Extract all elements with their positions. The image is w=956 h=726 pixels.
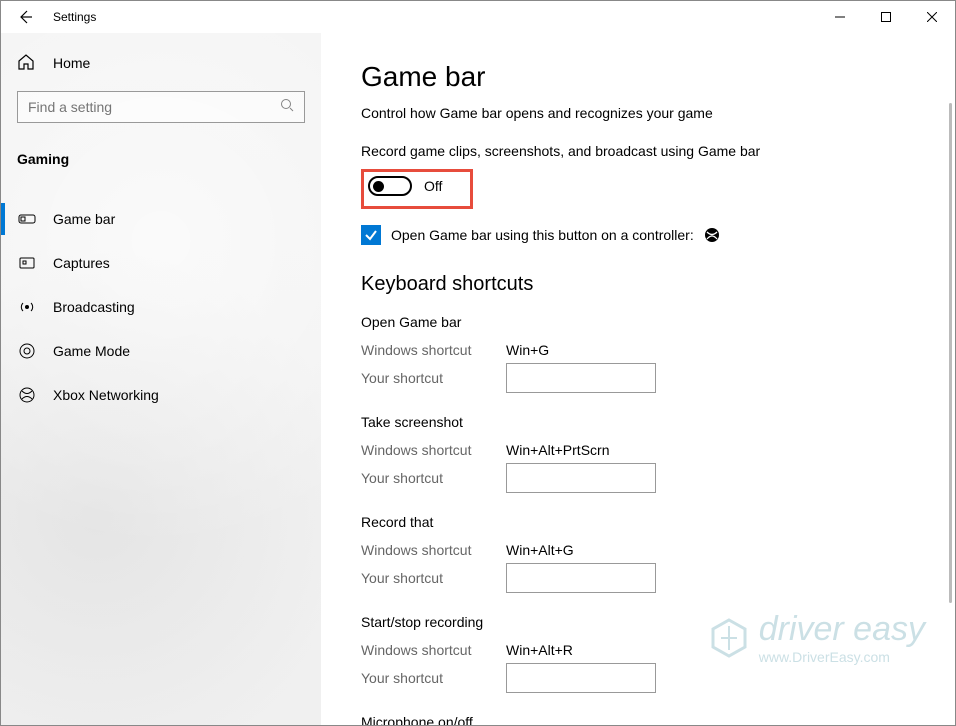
shortcut-group: Microphone on/off	[361, 714, 915, 725]
shortcut-title: Take screenshot	[361, 414, 915, 430]
search-icon	[280, 98, 294, 117]
page-subtitle: Control how Game bar opens and recognize…	[361, 105, 915, 121]
close-button[interactable]	[909, 1, 955, 33]
close-icon	[927, 12, 937, 22]
home-link[interactable]: Home	[1, 43, 321, 83]
sidebar-item-captures[interactable]: Captures	[1, 241, 321, 285]
broadcast-icon	[17, 297, 37, 317]
your-shortcut-input[interactable]	[506, 363, 656, 393]
gamebar-toggle[interactable]	[368, 176, 412, 196]
gamebar-icon	[17, 209, 37, 229]
arrow-left-icon	[17, 9, 33, 25]
scrollbar[interactable]	[949, 103, 953, 703]
win-shortcut-value: Win+Alt+PrtScrn	[506, 442, 609, 458]
maximize-button[interactable]	[863, 1, 909, 33]
scrollbar-thumb[interactable]	[949, 103, 952, 603]
sidebar-item-label: Game bar	[53, 211, 115, 227]
your-shortcut-label: Your shortcut	[361, 470, 506, 486]
your-shortcut-input[interactable]	[506, 563, 656, 593]
highlight-annotation: Off	[361, 169, 473, 209]
search-box[interactable]	[17, 91, 305, 123]
checkbox-label: Open Game bar using this button on a con…	[391, 227, 694, 243]
shortcut-title: Start/stop recording	[361, 614, 915, 630]
shortcut-group: Open Game bar Windows shortcutWin+G Your…	[361, 314, 915, 392]
category-heading: Gaming	[1, 139, 321, 179]
window-controls	[817, 1, 955, 33]
sidebar-item-xbox[interactable]: Xbox Networking	[1, 373, 321, 417]
win-shortcut-label: Windows shortcut	[361, 342, 506, 358]
toggle-section-label: Record game clips, screenshots, and broa…	[361, 143, 915, 159]
win-shortcut-value: Win+Alt+R	[506, 642, 573, 658]
search-input[interactable]	[28, 99, 280, 115]
sidebar: Home Gaming Game bar Captures Broadcas	[1, 33, 321, 725]
shortcut-title: Open Game bar	[361, 314, 915, 330]
xbox-badge-icon	[704, 227, 720, 243]
nav-list: Game bar Captures Broadcasting Game Mode…	[1, 197, 321, 417]
check-icon	[364, 228, 378, 242]
sidebar-item-broadcasting[interactable]: Broadcasting	[1, 285, 321, 329]
minimize-button[interactable]	[817, 1, 863, 33]
sidebar-item-label: Captures	[53, 255, 110, 271]
minimize-icon	[835, 12, 845, 22]
sidebar-item-label: Game Mode	[53, 343, 130, 359]
shortcut-group: Take screenshot Windows shortcutWin+Alt+…	[361, 414, 915, 492]
win-shortcut-value: Win+Alt+G	[506, 542, 574, 558]
your-shortcut-label: Your shortcut	[361, 370, 506, 386]
shortcut-title: Record that	[361, 514, 915, 530]
your-shortcut-input[interactable]	[506, 663, 656, 693]
win-shortcut-label: Windows shortcut	[361, 542, 506, 558]
your-shortcut-label: Your shortcut	[361, 570, 506, 586]
home-label: Home	[53, 55, 90, 71]
page-heading: Game bar	[361, 61, 915, 93]
main-panel: Game bar Control how Game bar opens and …	[321, 33, 955, 725]
win-shortcut-value: Win+G	[506, 342, 549, 358]
toggle-state-label: Off	[424, 178, 442, 194]
your-shortcut-input[interactable]	[506, 463, 656, 493]
sidebar-item-gamebar[interactable]: Game bar	[1, 197, 321, 241]
captures-icon	[17, 253, 37, 273]
xbox-icon	[17, 385, 37, 405]
sidebar-item-label: Broadcasting	[53, 299, 135, 315]
shortcuts-heading: Keyboard shortcuts	[361, 273, 915, 296]
win-shortcut-label: Windows shortcut	[361, 642, 506, 658]
shortcut-group: Start/stop recording Windows shortcutWin…	[361, 614, 915, 692]
back-button[interactable]	[1, 1, 49, 33]
shortcut-title: Microphone on/off	[361, 714, 915, 725]
win-shortcut-label: Windows shortcut	[361, 442, 506, 458]
home-icon	[17, 53, 37, 73]
your-shortcut-label: Your shortcut	[361, 670, 506, 686]
gamemode-icon	[17, 341, 37, 361]
search-wrap	[1, 83, 321, 139]
sidebar-item-label: Xbox Networking	[53, 387, 159, 403]
titlebar: Settings	[1, 1, 955, 33]
shortcut-group: Record that Windows shortcutWin+Alt+G Yo…	[361, 514, 915, 592]
maximize-icon	[881, 12, 891, 22]
toggle-knob	[373, 181, 384, 192]
window-title: Settings	[53, 10, 96, 24]
sidebar-item-gamemode[interactable]: Game Mode	[1, 329, 321, 373]
controller-checkbox[interactable]	[361, 225, 381, 245]
